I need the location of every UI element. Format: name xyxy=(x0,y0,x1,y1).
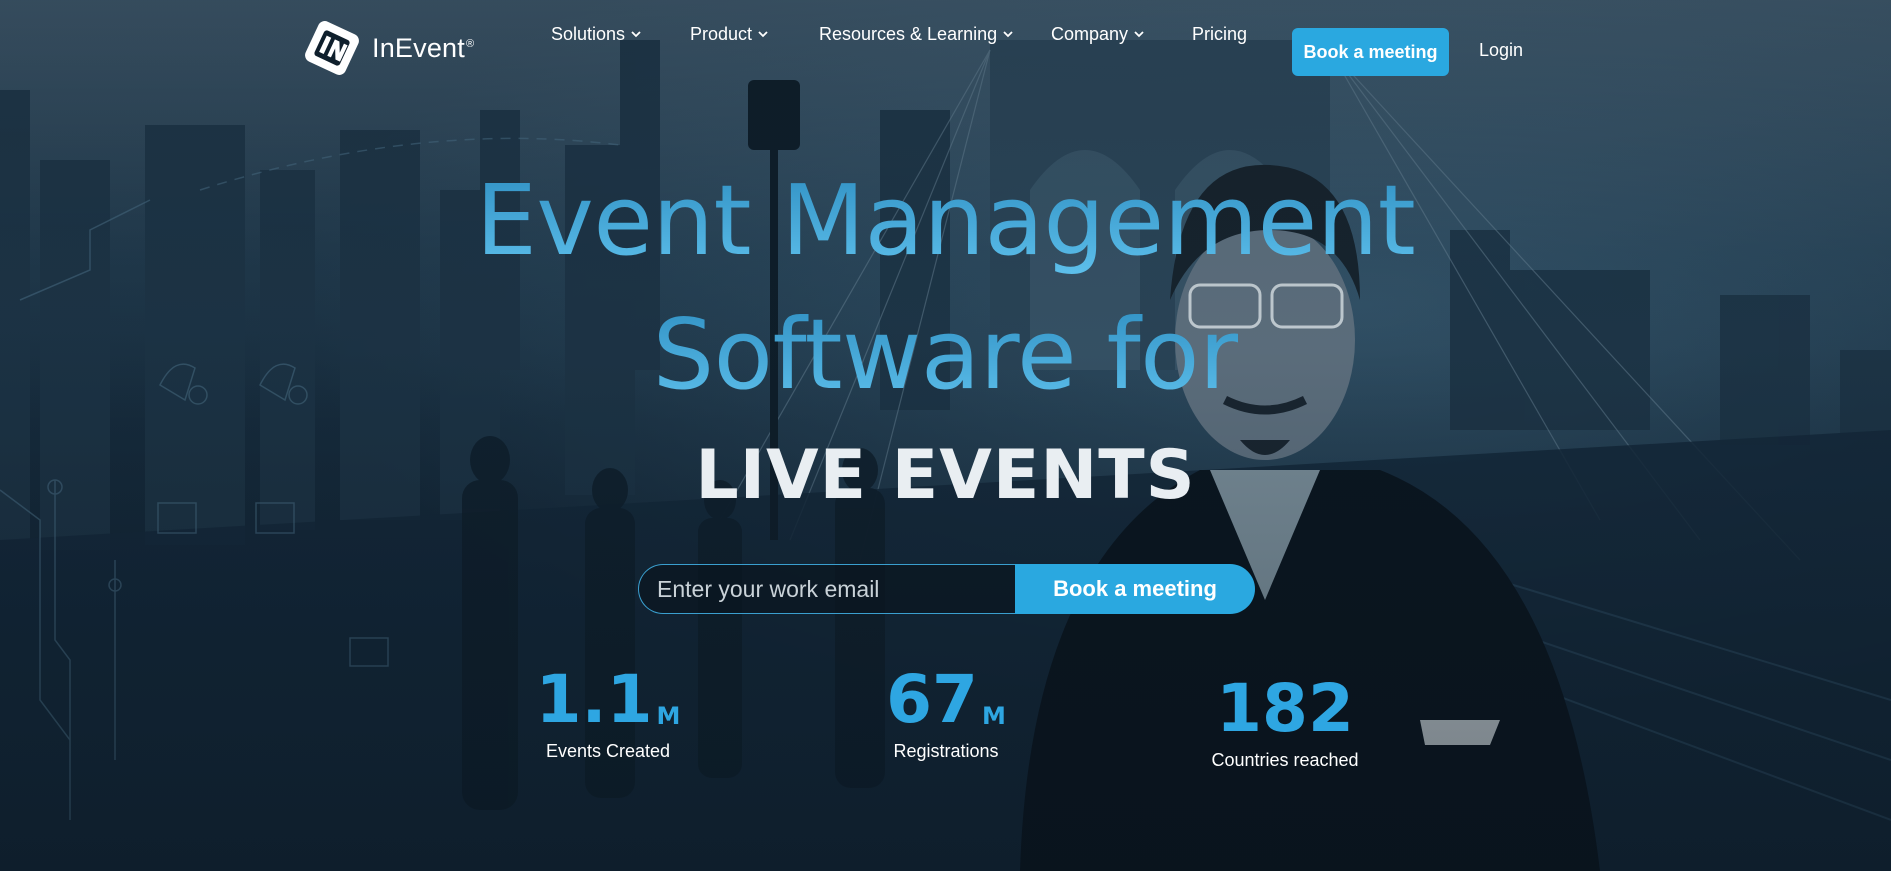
stat-value: 1.1 M xyxy=(536,665,681,735)
stat-number: 67 xyxy=(886,661,978,738)
nav-item-company[interactable]: Company xyxy=(1051,24,1146,45)
brand-logo[interactable]: InEvent® xyxy=(300,16,474,80)
email-signup-form: Book a meeting xyxy=(638,564,1255,614)
nav-item-resources-learning[interactable]: Resources & Learning xyxy=(819,24,1015,45)
stat-label: Events Created xyxy=(545,741,671,761)
stat-unit: M xyxy=(981,702,1006,730)
stat-unit: M xyxy=(656,702,681,730)
stat-number: 1.1 xyxy=(535,661,653,738)
registered-mark: ® xyxy=(465,37,475,50)
nav-item-label: Pricing xyxy=(1192,23,1248,44)
inevent-logo-icon xyxy=(300,16,364,80)
nav-item-label: Company xyxy=(1051,23,1129,44)
chevron-down-icon xyxy=(758,31,768,38)
stat-number: 182 xyxy=(1216,670,1354,747)
hero-headline-line-1: Event Management xyxy=(0,166,1891,276)
top-navigation: InEvent® Solutions Product Resources & L… xyxy=(0,0,1891,102)
stat-value: 182 xyxy=(1210,674,1360,744)
headline-text: Event Management xyxy=(475,164,1416,277)
stat-label: Countries reached xyxy=(1211,750,1359,770)
chevron-down-icon xyxy=(1003,31,1013,38)
stat-events-created: 1.1 M Events Created xyxy=(536,665,681,762)
hero-headline-line-2: Software for xyxy=(0,300,1891,410)
book-meeting-button[interactable]: Book a meeting xyxy=(1292,28,1449,76)
work-email-input[interactable] xyxy=(638,564,1015,614)
nav-item-label: Product xyxy=(690,23,753,44)
stat-value: 67 M xyxy=(886,665,1006,735)
nav-item-label: Resources & Learning xyxy=(819,23,998,44)
nav-item-label: Solutions xyxy=(551,23,626,44)
chevron-down-icon xyxy=(631,31,641,38)
chevron-down-icon xyxy=(1134,31,1144,38)
hero-headline-highlight: LIVE EVENTS xyxy=(695,436,1196,515)
stat-label: Registrations xyxy=(893,741,999,761)
brand-name: InEvent® xyxy=(372,32,475,63)
login-link[interactable]: Login xyxy=(1479,40,1523,61)
headline-text: Software for xyxy=(652,298,1239,411)
book-meeting-submit-button[interactable]: Book a meeting xyxy=(1015,564,1255,614)
stat-registrations: 67 M Registrations xyxy=(886,665,1006,762)
nav-item-pricing[interactable]: Pricing xyxy=(1192,24,1247,45)
stat-countries-reached: 182 Countries reached xyxy=(1210,674,1360,771)
nav-item-product[interactable]: Product xyxy=(690,24,770,45)
nav-item-solutions[interactable]: Solutions xyxy=(551,24,643,45)
